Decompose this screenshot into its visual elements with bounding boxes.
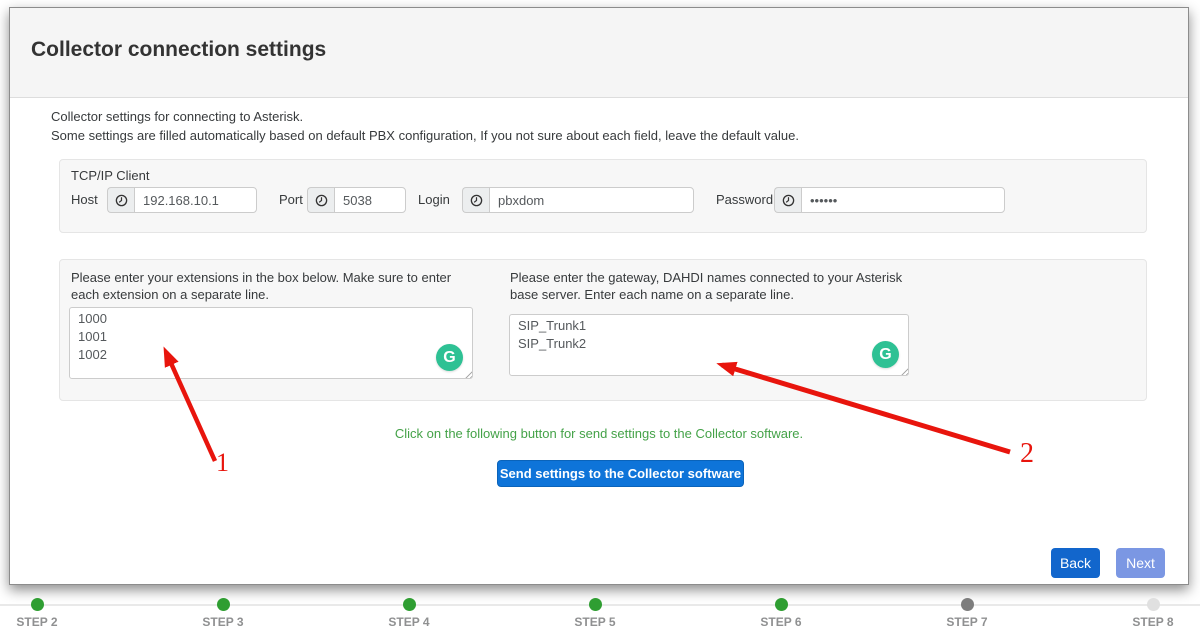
step-indicator-step7[interactable]: STEP 7 xyxy=(907,598,1027,629)
step-label: STEP 6 xyxy=(721,615,841,629)
trunks-instruction: Please enter the gateway, DAHDI names co… xyxy=(510,269,914,303)
tcpip-client-section: TCP/IP Client Host Port Login Password xyxy=(59,159,1147,233)
extensions-instruction: Please enter your extensions in the box … xyxy=(71,269,471,303)
intro-text: Collector settings for connecting to Ast… xyxy=(51,107,799,145)
port-input[interactable] xyxy=(334,187,406,213)
intro-line-2: Some settings are filled automatically b… xyxy=(51,126,799,145)
step-indicator-step2[interactable]: STEP 2 xyxy=(0,598,97,629)
panel-header: Collector connection settings xyxy=(10,8,1188,98)
lists-section: Please enter your extensions in the box … xyxy=(59,259,1147,401)
page-title: Collector connection settings xyxy=(31,38,326,62)
step-indicator-step8[interactable]: STEP 8 xyxy=(1093,598,1200,629)
step-label: STEP 2 xyxy=(0,615,97,629)
clock-icon xyxy=(462,187,489,213)
trunks-textarea[interactable]: SIP_Trunk1 SIP_Trunk2 xyxy=(509,314,909,376)
host-input[interactable] xyxy=(134,187,257,213)
step-dot xyxy=(775,598,788,611)
settings-panel: Collector connection settings Collector … xyxy=(9,7,1189,585)
step-label: STEP 3 xyxy=(163,615,283,629)
host-label: Host xyxy=(71,192,98,207)
clock-icon xyxy=(774,187,801,213)
grammarly-icon[interactable]: G xyxy=(872,341,899,368)
step-indicator-step6[interactable]: STEP 6 xyxy=(721,598,841,629)
step-dot xyxy=(589,598,602,611)
step-dot xyxy=(1147,598,1160,611)
step-label: STEP 7 xyxy=(907,615,1027,629)
trunks-textarea-wrap: SIP_Trunk1 SIP_Trunk2 G xyxy=(509,314,909,376)
extensions-textarea[interactable]: 1000 1001 1002 xyxy=(69,307,473,379)
intro-line-1: Collector settings for connecting to Ast… xyxy=(51,107,799,126)
port-label: Port xyxy=(279,192,303,207)
step-indicator-step3[interactable]: STEP 3 xyxy=(163,598,283,629)
next-button[interactable]: Next xyxy=(1116,548,1165,578)
port-input-group xyxy=(307,187,406,213)
tcpip-section-title: TCP/IP Client xyxy=(71,168,150,183)
send-hint-text: Click on the following button for send s… xyxy=(10,426,1188,441)
back-button[interactable]: Back xyxy=(1051,548,1100,578)
step-indicator-step4[interactable]: STEP 4 xyxy=(349,598,469,629)
extensions-textarea-wrap: 1000 1001 1002 G xyxy=(69,307,473,379)
grammarly-icon[interactable]: G xyxy=(436,344,463,371)
password-input[interactable] xyxy=(801,187,1005,213)
login-input[interactable] xyxy=(489,187,694,213)
step-dot xyxy=(403,598,416,611)
step-dot xyxy=(31,598,44,611)
password-input-group xyxy=(774,187,1005,213)
clock-icon xyxy=(107,187,134,213)
send-settings-button[interactable]: Send settings to the Collector software xyxy=(497,460,744,487)
step-label: STEP 4 xyxy=(349,615,469,629)
password-label: Password xyxy=(716,192,773,207)
host-input-group xyxy=(107,187,257,213)
login-label: Login xyxy=(418,192,450,207)
step-label: STEP 5 xyxy=(535,615,655,629)
step-indicator-step5[interactable]: STEP 5 xyxy=(535,598,655,629)
step-label: STEP 8 xyxy=(1093,615,1200,629)
login-input-group xyxy=(462,187,694,213)
clock-icon xyxy=(307,187,334,213)
step-dot xyxy=(961,598,974,611)
step-dot xyxy=(217,598,230,611)
